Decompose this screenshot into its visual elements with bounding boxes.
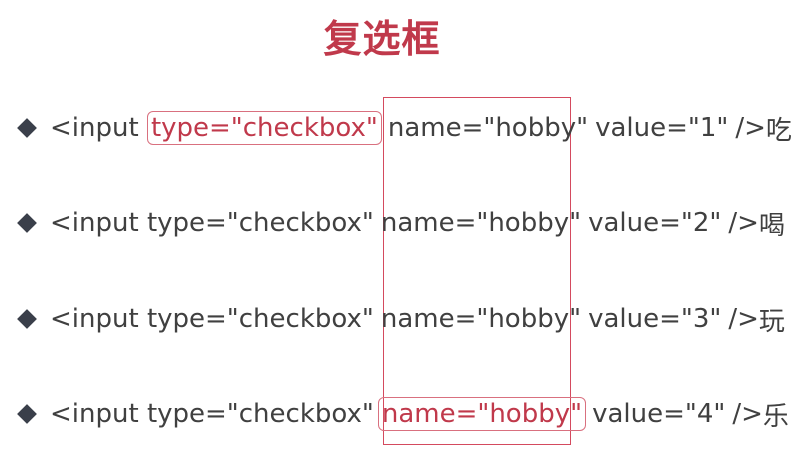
type-attribute-highlight: type="checkbox" [146, 111, 382, 145]
value-attribute: value="3" [588, 304, 722, 334]
input-tag-close: /> [735, 113, 766, 143]
slide-title: 复选框 [323, 17, 441, 61]
code-line-4: <input type="checkbox" name="hobby" valu… [18, 396, 789, 432]
checkbox-label: 乐 [762, 401, 789, 432]
name-attribute: name="hobby" [387, 113, 589, 143]
diamond-bullet-icon [18, 310, 36, 328]
name-attribute-highlight-box [383, 97, 571, 445]
input-tag-open: <input [50, 399, 147, 429]
input-tag-open: <input [50, 113, 147, 143]
type-attribute: type="checkbox" [146, 399, 374, 429]
value-attribute: value="2" [588, 208, 722, 238]
diamond-bullet-icon [18, 405, 36, 423]
code-line-3: <input type="checkbox" name="hobby" valu… [18, 301, 785, 337]
checkbox-label: 吃 [765, 115, 792, 146]
name-attribute: name="hobby" [380, 208, 582, 238]
type-attribute: type="checkbox" [146, 304, 374, 334]
name-attribute: name="hobby" [380, 304, 582, 334]
name-attribute-highlight: name="hobby" [377, 397, 587, 431]
diamond-bullet-icon [18, 119, 36, 137]
diamond-bullet-icon [18, 214, 36, 232]
checkbox-label: 喝 [758, 210, 785, 241]
checkbox-label: 玩 [758, 306, 785, 337]
type-attribute: type="checkbox" [146, 208, 374, 238]
code-line-2: <input type="checkbox" name="hobby" valu… [18, 205, 785, 241]
value-attribute: value="1" [595, 113, 729, 143]
value-attribute: value="4" [592, 399, 726, 429]
input-tag-open: <input [50, 304, 147, 334]
code-line-1: <input type="checkbox" name="hobby" valu… [18, 110, 792, 146]
input-tag-close: /> [728, 208, 759, 238]
input-tag-close: /> [732, 399, 763, 429]
input-tag-close: /> [728, 304, 759, 334]
input-tag-open: <input [50, 208, 147, 238]
